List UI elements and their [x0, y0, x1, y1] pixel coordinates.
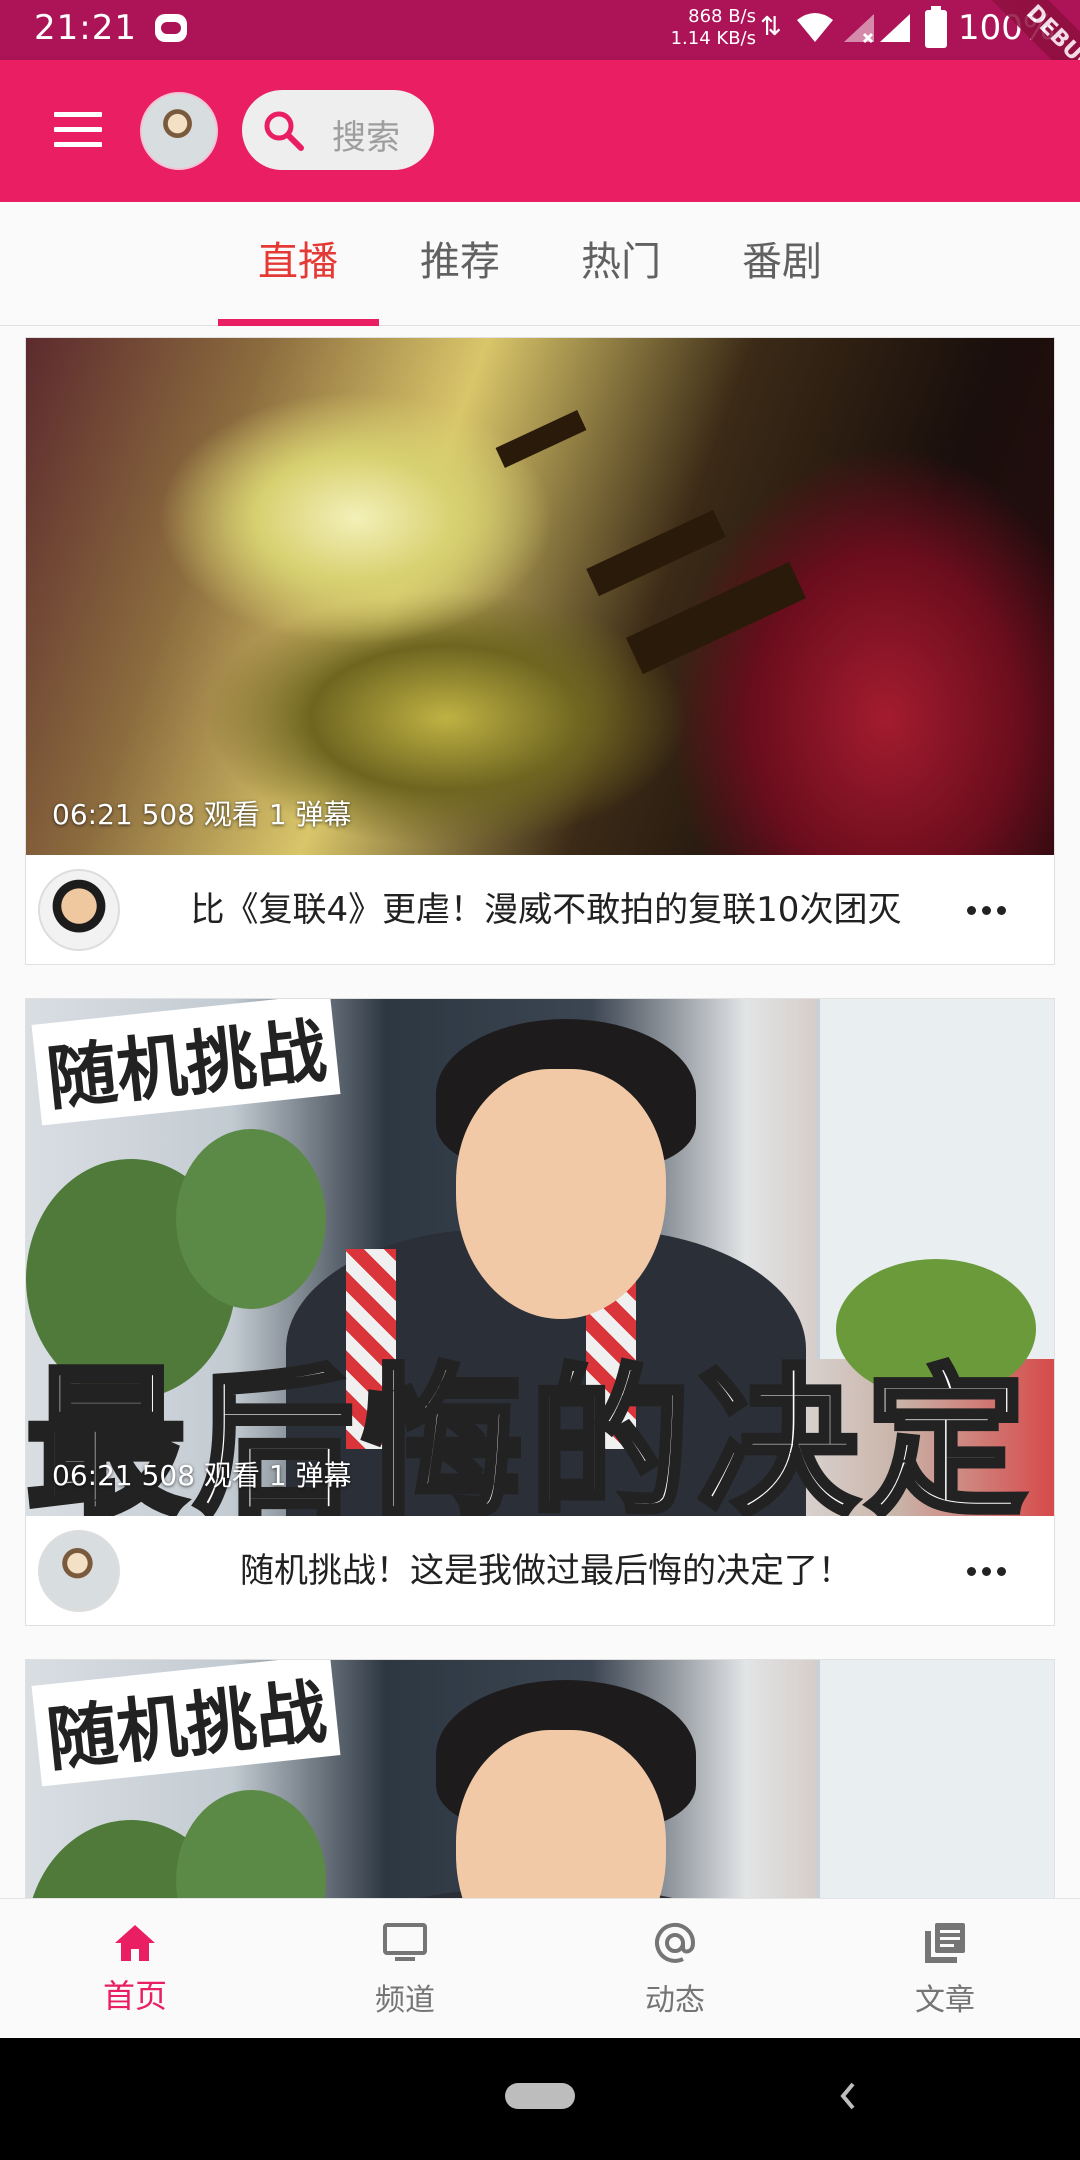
status-time: 21:21 [34, 8, 137, 48]
at-icon [655, 1922, 696, 1963]
tab-indicator [218, 319, 379, 326]
search-input[interactable]: 搜索 [242, 90, 434, 170]
video-stats: 06:21 508 观看 1 弹幕 [52, 1459, 352, 1492]
more-options-icon[interactable] [964, 891, 1014, 931]
nav-articles-label: 文章 [915, 1983, 975, 2018]
wifi-icon [797, 13, 833, 42]
user-avatar[interactable] [140, 92, 218, 170]
data-transfer-icon: ⇅ [760, 12, 782, 42]
nav-dynamic[interactable]: 动态 [575, 1899, 775, 2039]
video-thumbnail[interactable]: 随机挑战 最后悔的决定 06:21 508 观看 1 弹幕 [26, 999, 1054, 1516]
video-thumbnail[interactable]: 06:21 508 观看 1 弹幕 [26, 338, 1054, 855]
nav-channels[interactable]: 频道 [305, 1899, 505, 2039]
search-placeholder: 搜索 [332, 118, 400, 158]
home-icon [115, 1925, 155, 1961]
video-thumbnail[interactable]: 随机挑战 [26, 1660, 1054, 1898]
video-info-row: 随机挑战！这是我做过最后悔的决定了！ [26, 1516, 1054, 1626]
video-card[interactable]: 随机挑战 [25, 1659, 1055, 1898]
speed-down: 1.14 KB/s [670, 28, 756, 49]
video-stats: 06:21 508 观看 1 弹幕 [52, 798, 352, 831]
home-gesture-pill[interactable] [505, 2083, 575, 2109]
search-icon [264, 111, 304, 151]
app-bar: 搜索 [0, 60, 1080, 202]
bottom-navigation: 首页 频道 动态 文章 [0, 1898, 1080, 2038]
tab-anime[interactable]: 番剧 [702, 202, 862, 326]
uploader-avatar[interactable] [38, 1530, 120, 1612]
status-bar: 21:21 868 B/s 1.14 KB/s ⇅ 100% [0, 0, 1080, 60]
video-card[interactable]: 06:21 508 观看 1 弹幕 比《复联4》更虐！漫威不敢拍的复联10次团灭 [25, 337, 1055, 965]
app-notification-icon [155, 14, 187, 42]
nav-home-label: 首页 [102, 1977, 167, 2015]
system-navigation-bar [0, 2038, 1080, 2160]
library-icon [925, 1923, 965, 1963]
network-speed: 868 B/s 1.14 KB/s [660, 6, 756, 50]
thumbnail-banner-text: 随机挑战 [31, 1660, 341, 1787]
tab-live[interactable]: 直播 [218, 202, 378, 326]
nav-channels-label: 频道 [375, 1983, 435, 2018]
signal-icon [880, 14, 910, 42]
uploader-avatar[interactable] [38, 869, 120, 951]
tab-hot[interactable]: 热门 [541, 202, 701, 326]
thumbnail-banner-text: 随机挑战 [31, 999, 341, 1126]
menu-icon[interactable] [54, 112, 102, 148]
video-info-row: 比《复联4》更虐！漫威不敢拍的复联10次团灭 [26, 855, 1054, 965]
speed-up: 868 B/s [688, 6, 756, 27]
tab-bar: 直播 推荐 热门 番剧 [0, 202, 1080, 326]
nav-articles[interactable]: 文章 [845, 1899, 1045, 2039]
battery-icon [925, 6, 947, 48]
video-title[interactable]: 比《复联4》更虐！漫威不敢拍的复联10次团灭 [136, 855, 956, 965]
video-title[interactable]: 随机挑战！这是我做过最后悔的决定了！ [136, 1516, 956, 1626]
nav-home[interactable]: 首页 [35, 1899, 235, 2039]
nav-dynamic-label: 动态 [645, 1983, 705, 2018]
video-card[interactable]: 随机挑战 最后悔的决定 06:21 508 观看 1 弹幕 随机挑战！这是我做过… [25, 998, 1055, 1626]
tab-recommended[interactable]: 推荐 [380, 202, 540, 326]
more-options-icon[interactable] [964, 1552, 1014, 1592]
back-icon[interactable] [835, 2076, 859, 2116]
tv-icon [383, 1923, 427, 1961]
signal-no-sim-icon [844, 14, 874, 44]
